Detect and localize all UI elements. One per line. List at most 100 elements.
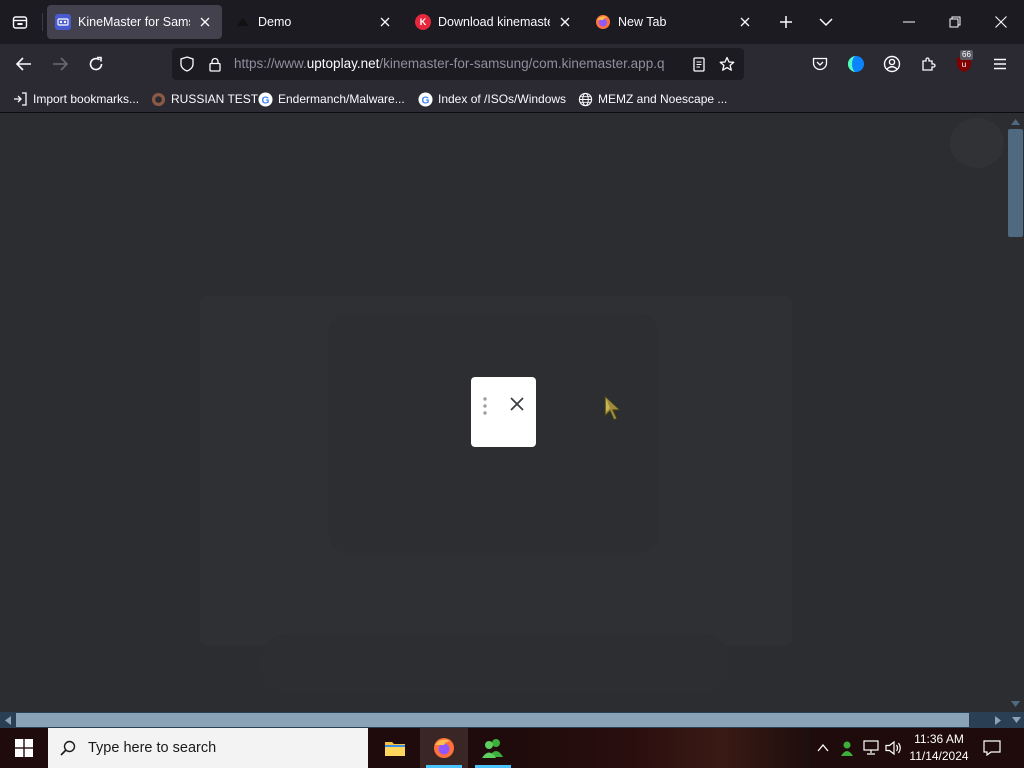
google-icon: G [417,91,433,107]
speaker-icon [885,740,901,756]
hamburger-menu-icon [994,58,1006,70]
faded-avatar [950,118,1004,168]
action-center-button[interactable] [980,738,1004,758]
bookmark-memz-noescape[interactable]: MEMZ and Noescape ... [577,89,727,109]
url-domain: uptoplay.net [306,56,380,71]
tab-download-kinemaster[interactable]: K Download kinemaster [407,5,582,39]
bookmark-label: Endermanch/Malware... [278,92,405,106]
github-icon [150,91,166,107]
vertical-scrollbar[interactable] [1007,113,1024,712]
svg-text:G: G [421,95,429,106]
tab-demo[interactable]: Demo [227,5,402,39]
bookmark-russian-test[interactable]: RUSSIAN TEST [150,89,258,109]
tab-title: Demo [258,15,292,29]
restore-button[interactable] [932,0,978,44]
bookmark-label: RUSSIAN TEST [171,92,259,106]
url-text[interactable]: https://www.uptoplay.net/kinemaster-for-… [234,56,684,74]
close-icon [995,16,1007,28]
horizontal-scrollbar[interactable] [0,712,1024,728]
system-clock[interactable]: 11:36 AM 11/14/2024 [905,731,973,765]
messenger-taskbar-button[interactable] [469,728,517,768]
arrow-right-icon [53,57,68,71]
account-button[interactable] [878,50,906,78]
scroll-down-corner-icon[interactable] [1011,715,1021,725]
list-all-tabs-button[interactable] [814,10,838,34]
navigation-toolbar: https://www.uptoplay.net/kinemaster-for-… [0,44,1024,84]
pocket-button[interactable] [806,50,834,78]
extension-globe-icon [848,56,864,72]
kinemaster-icon: K [415,14,431,30]
bookmark-endermanch-malware[interactable]: G Endermanch/Malware... [257,89,405,109]
msn-tray-icon [841,741,853,756]
folder-icon [385,742,405,756]
search-placeholder: Type here to search [88,740,217,756]
horizontal-scroll-thumb[interactable] [16,713,969,727]
google-icon: G [257,91,273,107]
bookmark-index-isos[interactable]: G Index of /ISOs/Windows [417,89,566,109]
forward-button[interactable] [46,50,74,78]
plus-icon [780,16,792,28]
faded-bottom-shape [260,633,730,693]
pocket-icon [812,57,828,71]
scroll-down-icon[interactable] [1010,698,1021,709]
tab-title: New Tab [618,15,667,29]
more-options-icon[interactable] [479,395,491,417]
scroll-right-icon[interactable] [993,715,1003,725]
ad-popup[interactable] [471,377,536,447]
start-button[interactable] [0,728,48,768]
clock-time: 11:36 AM [914,732,964,746]
taskbar-search-box[interactable]: Type here to search [48,728,368,768]
clock-date: 11/14/2024 [909,749,969,763]
reader-view-icon[interactable] [690,55,708,73]
extension-button[interactable] [842,50,870,78]
vertical-scroll-thumb[interactable] [1008,129,1023,237]
close-tab-icon[interactable] [556,13,574,31]
msn-buddies-icon [482,739,503,758]
extensions-button[interactable] [914,50,942,78]
close-tab-icon[interactable] [196,13,214,31]
firefox-view-button[interactable] [8,10,32,34]
show-hidden-icons-button[interactable] [813,738,833,758]
ublock-button[interactable]: u 66 [950,50,978,78]
lock-icon[interactable] [206,55,224,73]
new-tab-button[interactable] [774,10,798,34]
volume-button[interactable] [884,738,904,758]
tab-kinemaster-samsung[interactable]: KineMaster for Samsung [47,5,222,39]
firefox-taskbar-button[interactable] [420,728,468,768]
uptoplay-icon [55,14,71,30]
page-content [0,113,1007,712]
network-button[interactable] [861,738,881,758]
extension-badge: 66 [960,50,973,60]
globe-icon [577,91,593,107]
close-window-button[interactable] [978,0,1024,44]
app-menu-button[interactable] [986,50,1014,78]
bookmark-import[interactable]: Import bookmarks... [12,89,139,109]
back-button[interactable] [10,50,38,78]
windows-logo-icon [15,739,33,757]
chevron-up-icon [817,744,829,752]
puzzle-icon [922,57,936,71]
tab-strip: KineMaster for Samsung Demo K Download k… [0,0,1024,44]
reload-icon [89,56,103,71]
tracking-protection-icon[interactable] [178,55,196,73]
account-icon [883,55,901,73]
bookmark-label: MEMZ and Noescape ... [598,92,728,106]
svg-text:u: u [962,60,966,69]
search-icon [48,728,88,768]
tab-new-tab[interactable]: New Tab [587,5,762,39]
minimize-button[interactable] [886,0,932,44]
messenger-tray-button[interactable] [837,738,857,758]
animated-cursor-icon [604,394,622,421]
close-ad-icon[interactable] [507,394,527,414]
firefox-icon [434,738,454,758]
close-tab-icon[interactable] [376,13,394,31]
bookmark-label: Index of /ISOs/Windows [438,92,567,106]
address-bar[interactable]: https://www.uptoplay.net/kinemaster-for-… [172,48,744,80]
bookmark-star-icon[interactable] [718,55,736,73]
scroll-up-icon[interactable] [1010,116,1021,127]
reload-button[interactable] [82,50,110,78]
file-explorer-button[interactable] [371,728,419,768]
close-tab-icon[interactable] [736,13,754,31]
chevron-down-icon [819,18,833,27]
scroll-left-icon[interactable] [3,715,13,725]
